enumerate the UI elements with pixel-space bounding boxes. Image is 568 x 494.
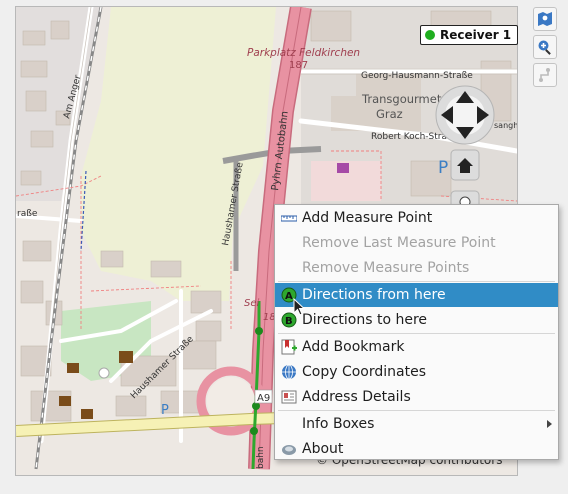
- menu-info-boxes[interactable]: Info Boxes: [275, 412, 558, 436]
- address-card-icon: [281, 390, 297, 404]
- receiver-label: Receiver 1: [440, 28, 512, 42]
- route-icon: [539, 68, 550, 82]
- submenu-arrow-icon: [547, 420, 552, 428]
- street-label-left: raße: [17, 209, 38, 219]
- mouse-cursor-icon: [293, 298, 306, 316]
- pan-control[interactable]: [435, 85, 495, 145]
- map-icon: [538, 12, 552, 26]
- menu-separator: [278, 281, 555, 282]
- menu-separator: [278, 333, 555, 334]
- map-layers-button[interactable]: [533, 7, 557, 31]
- poi-label-transgourmet: Transgourmet: [361, 92, 442, 106]
- menu-address-details[interactable]: Address Details: [275, 385, 558, 409]
- globe-icon: [282, 364, 296, 380]
- menu-remove-measure-points: Remove Measure Points: [302, 260, 470, 276]
- ruler-icon: [281, 215, 297, 222]
- receiver-badge[interactable]: Receiver 1: [420, 25, 519, 45]
- menu-directions-from-here[interactable]: A Directions from here: [275, 283, 558, 307]
- parking-label-1: P: [438, 158, 448, 178]
- menu-add-measure-point[interactable]: Add Measure Point: [275, 206, 558, 230]
- motorway-shield-a9: A9: [257, 393, 270, 404]
- zoom-button[interactable]: [533, 35, 557, 59]
- menu-add-bookmark[interactable]: Add Bookmark: [275, 335, 558, 359]
- street-label-bahn: bahn: [256, 446, 266, 469]
- poi-label-sei: Sei: [244, 298, 260, 309]
- bookmark-icon: [281, 339, 297, 355]
- route-button[interactable]: [533, 63, 557, 87]
- home-button[interactable]: [450, 149, 480, 181]
- context-menu: Add Measure Point Remove Last Measure Po…: [274, 204, 559, 460]
- street-label-robert: Robert Koch-Stra: [371, 132, 447, 142]
- about-icon: [282, 445, 296, 455]
- magnifier-plus-icon: [538, 40, 551, 55]
- menu-directions-to-here[interactable]: B Directions to here: [275, 308, 558, 332]
- poi-label-parkplatz-num: 187: [289, 60, 308, 71]
- poi-label-parkplatz: Parkplatz Feldkirchen: [247, 47, 360, 59]
- menu-remove-last-measure-point: Remove Last Measure Point: [302, 235, 496, 251]
- svg-text:A: A: [285, 291, 293, 302]
- menu-about[interactable]: About: [275, 437, 558, 461]
- receiver-status-dot: [425, 30, 435, 40]
- poi-label-graz: Graz: [376, 107, 403, 121]
- menu-copy-coordinates[interactable]: Copy Coordinates: [275, 360, 558, 384]
- street-label-sangh: sangh: [494, 121, 517, 130]
- street-label-georg: Georg-Hausmann-Straße: [361, 71, 473, 81]
- parking-label-2: P: [161, 403, 169, 418]
- menu-separator: [278, 410, 555, 411]
- svg-text:B: B: [285, 316, 293, 327]
